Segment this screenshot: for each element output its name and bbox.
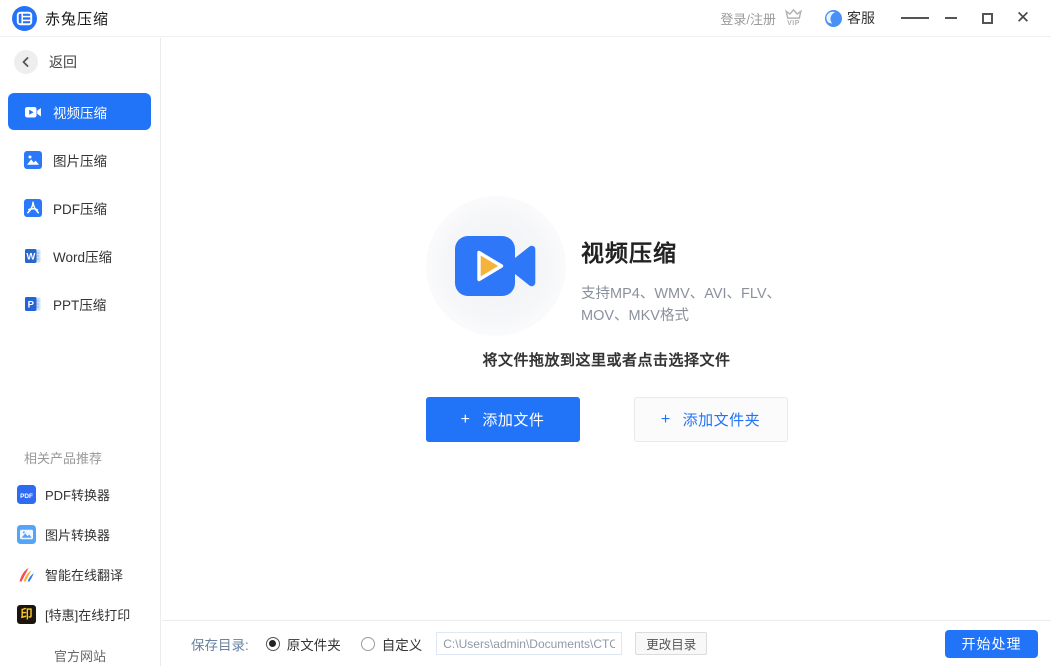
official-site-link[interactable]: 官方网站 [0, 646, 160, 665]
sidebar-item-label: PDF压缩 [53, 198, 107, 218]
customer-support-button[interactable]: 客服 [825, 8, 875, 28]
rec-item-label: 智能在线翻译 [45, 565, 123, 584]
radio-custom-label: 自定义 [382, 634, 423, 654]
app-logo-icon [12, 6, 37, 31]
sidebar-item-image-converter[interactable]: 图片转换器 [0, 521, 160, 547]
app-title: 赤兔压缩 [45, 8, 109, 29]
change-dir-button[interactable]: 更改目录 [635, 632, 707, 655]
radio-original-label: 原文件夹 [287, 634, 341, 654]
recommend-title: 相关产品推荐 [0, 448, 160, 467]
menu-icon[interactable] [901, 5, 929, 31]
ppt-letter: P [28, 299, 35, 310]
sidebar-item-pdf-compress[interactable]: PDF压缩 [8, 189, 151, 226]
add-folder-button[interactable]: + 添加文件夹 [634, 397, 788, 442]
login-register-link[interactable]: 登录/注册 [720, 9, 776, 28]
back-label: 返回 [49, 52, 77, 72]
minimize-button[interactable] [937, 5, 965, 31]
close-button[interactable]: ✕ [1009, 5, 1037, 31]
start-process-button[interactable]: 开始处理 [945, 630, 1038, 658]
sidebar-item-label: PPT压缩 [53, 294, 106, 314]
radio-custom-folder[interactable]: 自定义 [361, 634, 423, 654]
app-window: 赤兔压缩 登录/注册 VIP 客服 ✕ [0, 0, 1051, 666]
sidebar-item-label: 图片压缩 [53, 150, 107, 170]
page-title: 视频压缩 [581, 234, 811, 268]
add-file-button[interactable]: + 添加文件 [426, 397, 580, 442]
vip-crown-icon[interactable]: VIP [784, 9, 803, 27]
sidebar: 返回 视频压缩 [0, 38, 161, 666]
save-path-input[interactable] [436, 632, 622, 655]
image-icon [24, 151, 42, 169]
sidebar-item-ppt-compress[interactable]: P PPT压缩 [8, 285, 151, 322]
hero-text-block: 视频压缩 支持MP4、WMV、AVI、FLV、MOV、MKV格式 [581, 234, 811, 328]
title-bar: 赤兔压缩 登录/注册 VIP 客服 ✕ [0, 0, 1051, 37]
sidebar-item-pdf-converter[interactable]: PDF PDF转换器 [0, 481, 160, 507]
add-folder-label: 添加文件夹 [683, 409, 761, 430]
plus-icon: + [661, 411, 671, 429]
back-button[interactable]: 返回 [14, 50, 77, 74]
radio-selected-icon[interactable] [266, 637, 280, 651]
image-converter-icon [17, 525, 36, 544]
sidebar-item-online-print[interactable]: 印 [特惠]在线打印 [0, 601, 160, 627]
sidebar-item-word-compress[interactable]: W Word压缩 [8, 237, 151, 274]
sidebar-item-video-compress[interactable]: 视频压缩 [8, 93, 151, 130]
hero-icon-halo [426, 196, 566, 336]
recommend-section: 相关产品推荐 PDF PDF转换器 [0, 448, 160, 641]
rec-item-label: [特惠]在线打印 [45, 605, 130, 624]
support-label: 客服 [847, 8, 875, 28]
add-file-label: 添加文件 [482, 409, 544, 430]
ppt-doc-icon: P [24, 295, 42, 313]
word-doc-icon: W [24, 247, 42, 265]
vip-label: VIP [787, 20, 800, 27]
radio-original-folder[interactable]: 原文件夹 [266, 634, 341, 654]
bottom-bar: 保存目录: 原文件夹 自定义 更改目录 开始处理 [162, 620, 1051, 666]
video-compress-hero-icon [455, 227, 537, 305]
support-avatar-icon [825, 10, 842, 27]
word-letter: W [26, 251, 35, 262]
pdf-converter-icon: PDF [17, 485, 36, 504]
sidebar-item-label: 视频压缩 [53, 102, 107, 122]
rec-item-label: 图片转换器 [45, 525, 110, 544]
sidebar-item-image-compress[interactable]: 图片压缩 [8, 141, 151, 178]
pdf-letters: PDF [20, 492, 33, 499]
sidebar-nav: 视频压缩 图片压缩 P [0, 93, 160, 333]
translate-feather-icon [17, 565, 36, 584]
pdf-icon [24, 199, 42, 217]
back-chevron-icon [14, 50, 38, 74]
main-drop-area[interactable]: 视频压缩 支持MP4、WMV、AVI、FLV、MOV、MKV格式 将文件拖放到这… [162, 38, 1051, 620]
sidebar-item-online-translate[interactable]: 智能在线翻译 [0, 561, 160, 587]
plus-icon: + [461, 411, 471, 429]
radio-unselected-icon[interactable] [361, 637, 375, 651]
maximize-button[interactable] [973, 5, 1001, 31]
supported-formats-text: 支持MP4、WMV、AVI、FLV、MOV、MKV格式 [581, 284, 793, 328]
rec-item-label: PDF转换器 [45, 485, 110, 504]
video-camera-icon [24, 103, 42, 121]
print-stamp-icon: 印 [17, 605, 36, 624]
save-dir-label: 保存目录: [191, 634, 249, 654]
sidebar-item-label: Word压缩 [53, 246, 112, 266]
drop-hint-text: 将文件拖放到这里或者点击选择文件 [162, 349, 1051, 370]
action-buttons-row: + 添加文件 + 添加文件夹 [162, 397, 1051, 442]
